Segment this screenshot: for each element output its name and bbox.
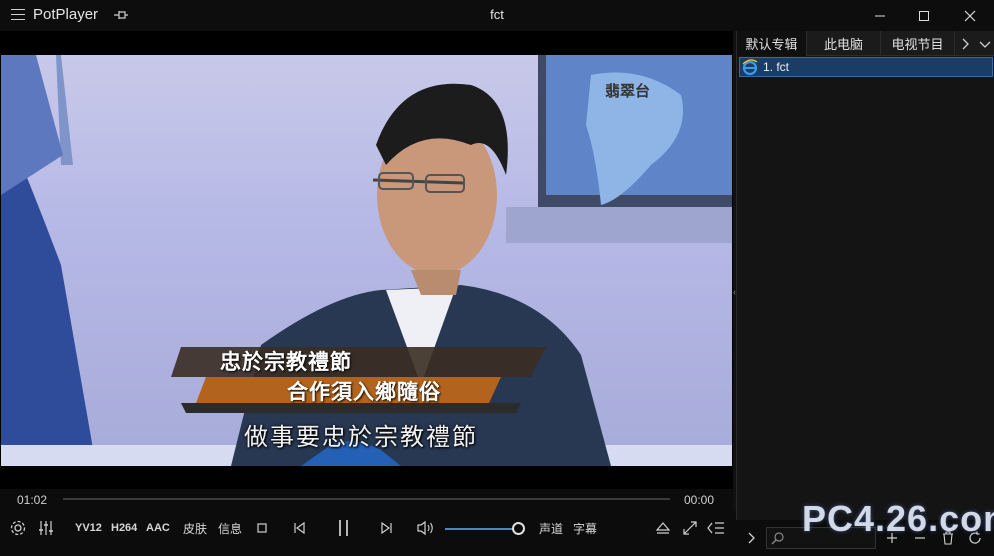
video-subtitle: 做事要忠於宗教禮節 [244,424,478,451]
playlist-tab-bar: 默认专辑 此电脑 电视节目 [737,31,994,56]
chevron-right-icon [962,38,969,49]
volume-knob[interactable] [512,522,525,535]
watermark-logo: PC4.26.com [802,498,994,539]
info-button[interactable]: 信息 [218,519,242,537]
potplayer-window: PotPlayer fct 翡翠台 忠於宗教禮節 合作須入鄉隨俗 做事要忠於宗教… [0,0,994,556]
expand-icon [683,521,697,535]
internet-explorer-icon [742,59,758,75]
tab-menu-button[interactable] [975,31,994,56]
tab-default-album[interactable]: 默认专辑 [737,31,807,56]
eject-button[interactable] [655,519,671,537]
menu-icon[interactable] [11,9,25,21]
tab-this-pc[interactable]: 此电脑 [807,31,881,56]
stop-button[interactable] [256,519,268,537]
skin-button[interactable]: 皮肤 [183,519,207,537]
channel-logo: 翡翠台 [605,83,651,100]
close-button[interactable] [947,0,993,31]
speaker-icon [417,520,433,536]
eject-icon [655,522,671,534]
seek-row: 01:02 00:00 [0,489,733,511]
tab-scroll-right-button[interactable] [955,31,975,56]
pause-button[interactable] [336,519,352,537]
maximize-button[interactable] [901,0,947,31]
video-area[interactable]: 翡翠台 忠於宗教禮節 合作須入鄉隨俗 做事要忠於宗教禮節 [0,31,733,489]
video-frame[interactable]: 翡翠台 忠於宗教禮節 合作須入鄉隨俗 做事要忠於宗教禮節 [1,55,732,466]
app-name[interactable]: PotPlayer [33,6,98,23]
window-title: fct [490,7,504,22]
next-button[interactable] [380,519,394,537]
playlist-icon [707,522,724,534]
chevron-right-icon [748,532,755,544]
current-time: 01:02 [17,493,48,507]
settings-button[interactable] [9,519,27,537]
minimize-button[interactable] [857,0,903,31]
playlist-expand-button[interactable] [746,529,756,547]
equalizer-icon [39,521,53,535]
chevron-down-icon [979,41,991,48]
playlist-item[interactable]: 1. fct [739,57,993,77]
subtitle-button[interactable]: 字幕 [573,519,597,537]
search-icon [771,532,784,545]
playlist-panel: 默认专辑 此电脑 电视节目 1. fct [736,31,994,520]
stop-icon [257,523,267,533]
playlist-toggle-button[interactable] [706,519,726,537]
codec-audio-label[interactable]: AAC [146,519,170,537]
pause-icon [339,520,348,536]
skip-next-icon [381,521,392,535]
maximize-icon [919,10,929,21]
codec-video-label[interactable]: YV12 [75,519,102,537]
seek-bar[interactable] [63,498,670,500]
skip-previous-icon [294,521,305,535]
tab-tv-programs[interactable]: 电视节目 [881,31,955,56]
title-bar[interactable]: PotPlayer fct [0,0,994,31]
playlist-item-label: 1. fct [763,60,790,74]
video-caption-line-2: 合作須入鄉隨俗 [287,381,441,404]
codec-format-label[interactable]: H264 [111,519,137,537]
video-caption-line-1: 忠於宗教禮節 [220,351,352,374]
gear-icon [10,520,26,536]
mute-button[interactable] [416,519,436,537]
minimize-icon [875,15,885,16]
playlist-footer: PC4.26.com [736,498,994,556]
volume-level [445,528,518,530]
fullscreen-button[interactable] [682,519,698,537]
equalizer-button[interactable] [37,519,55,537]
volume-slider[interactable] [445,522,525,535]
previous-button[interactable] [292,519,306,537]
audio-channel-button[interactable]: 声道 [539,519,563,537]
total-time: 00:00 [684,493,715,507]
pin-icon[interactable] [113,8,129,22]
close-icon [964,10,976,21]
